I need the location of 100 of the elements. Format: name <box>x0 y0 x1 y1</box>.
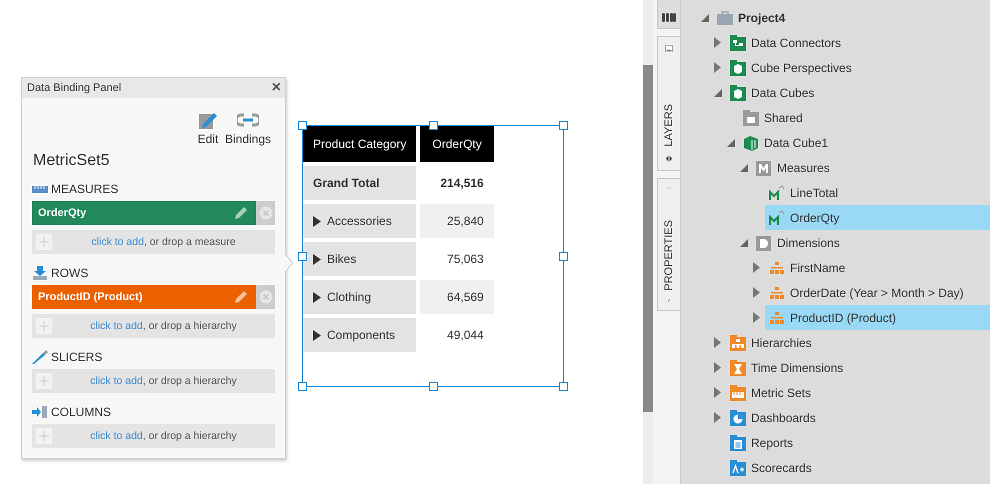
dimensions-icon <box>756 234 772 250</box>
measures-icon <box>756 160 772 176</box>
expand-icon[interactable] <box>313 292 321 302</box>
side-tab[interactable] <box>657 0 680 29</box>
resize-handle[interactable] <box>559 382 568 391</box>
folder-icon <box>743 110 759 126</box>
binding-item[interactable]: OrderQty <box>32 201 256 225</box>
measure-icon <box>769 210 785 226</box>
table-cell: 75,063 <box>416 242 494 276</box>
collapsed-arrow-icon[interactable] <box>714 337 721 348</box>
hourglass-folder-icon <box>730 360 746 376</box>
pencil-icon[interactable] <box>234 290 248 304</box>
tree-item[interactable]: Project4 <box>713 5 990 30</box>
expanded-arrow-icon[interactable] <box>740 238 748 246</box>
drop-hint: click to add, or drop a hierarchy <box>89 320 238 332</box>
hierarchy-icon <box>769 310 785 326</box>
tree-item[interactable]: OrderDate (Year > Month > Day) <box>765 280 990 305</box>
table-cell: 49,044 <box>416 318 494 352</box>
row-header-cell: Grand Total <box>303 166 416 200</box>
tree-item[interactable]: Cube Perspectives <box>726 55 990 80</box>
expand-icon[interactable] <box>313 216 321 226</box>
slicer-icon <box>32 350 48 364</box>
expanded-arrow-icon[interactable] <box>727 138 735 146</box>
section-title: ROWS <box>51 266 88 280</box>
measure-icon <box>769 184 785 200</box>
collapsed-arrow-icon[interactable] <box>753 287 760 298</box>
hierarchy-folder-icon <box>730 334 746 350</box>
collapsed-arrow-icon[interactable] <box>714 62 721 73</box>
tree-item[interactable]: Shared <box>739 105 990 130</box>
section-title: SLICERS <box>51 350 102 364</box>
tree-item[interactable]: Scorecards <box>726 455 990 480</box>
collapsed-arrow-icon[interactable] <box>714 412 721 423</box>
resize-handle[interactable] <box>559 252 568 261</box>
resize-handle[interactable] <box>429 382 438 391</box>
pie-chart-folder-icon <box>730 410 746 426</box>
cube-folder-icon <box>730 84 746 100</box>
scorecard-folder-icon <box>730 460 746 476</box>
expand-icon[interactable] <box>313 254 321 264</box>
hierarchy-icon <box>769 284 785 300</box>
tree-item[interactable]: Data Cube1 <box>739 130 990 155</box>
tree-item[interactable]: Dimensions <box>752 230 990 255</box>
side-tab[interactable]: PROPERTIES <box>657 178 680 311</box>
tree-item[interactable]: Reports <box>726 430 990 455</box>
close-button[interactable]: × <box>272 80 281 96</box>
tree-item[interactable]: LineTotal <box>765 180 990 205</box>
tree-item[interactable]: Measures <box>752 155 990 180</box>
resize-handle[interactable] <box>298 382 307 391</box>
tree-item[interactable]: Time Dimensions <box>726 355 990 380</box>
columns-icon <box>32 405 48 419</box>
column-header: Product Category <box>303 126 416 162</box>
expanded-arrow-icon[interactable] <box>701 14 709 22</box>
expand-icon[interactable] <box>313 330 321 340</box>
row-header-cell: Clothing <box>303 280 416 314</box>
drop-hint: click to add, or drop a measure <box>90 236 237 248</box>
drop-hint: click to add, or drop a hierarchy <box>89 430 238 442</box>
panel-icon <box>663 45 675 52</box>
metric-set-name: MetricSet5 <box>32 151 110 170</box>
cube-icon <box>743 134 759 150</box>
hierarchy-icon <box>769 260 785 276</box>
tree-item[interactable]: Dashboards <box>726 405 990 430</box>
table-cell: 214,516 <box>416 166 494 200</box>
collapsed-arrow-icon[interactable] <box>753 312 760 323</box>
database-icon <box>662 13 676 22</box>
side-tab[interactable]: LAYERS <box>657 36 680 171</box>
tree-item[interactable]: Hierarchies <box>726 330 990 355</box>
tree-item[interactable]: OrderQty <box>765 205 990 230</box>
drop-hint: click to add, or drop a hierarchy <box>89 375 238 387</box>
expanded-arrow-icon[interactable] <box>714 88 722 96</box>
collapsed-arrow-icon[interactable] <box>753 262 760 273</box>
resize-handle[interactable] <box>298 252 307 261</box>
tree-item[interactable]: Data Connectors <box>726 30 990 55</box>
resize-handle[interactable] <box>429 121 438 130</box>
pencil-icon[interactable] <box>234 206 248 220</box>
section-title: COLUMNS <box>51 405 112 419</box>
collapsed-arrow-icon[interactable] <box>714 387 721 398</box>
tree-item[interactable]: FirstName <box>765 255 990 280</box>
folder-icon <box>730 34 746 50</box>
row-header-cell: Bikes <box>303 242 416 276</box>
cube-folder-icon <box>730 60 746 76</box>
document-folder-icon <box>730 434 746 450</box>
collapsed-arrow-icon[interactable] <box>714 362 721 373</box>
panel-title: Data Binding Panel <box>27 82 122 94</box>
resize-handle[interactable] <box>298 121 307 130</box>
ruler-folder-icon <box>730 384 746 400</box>
row-header-cell: Components <box>303 318 416 352</box>
scrollbar-thumb[interactable] <box>643 65 653 412</box>
tree-item[interactable]: ProductID (Product) <box>765 305 990 330</box>
rows-icon <box>32 266 48 280</box>
pencil-icon <box>196 110 219 130</box>
section-title: MEASURES <box>51 182 118 196</box>
bindings-button[interactable]: Bindings <box>224 110 271 146</box>
layers-icon <box>664 154 674 162</box>
expanded-arrow-icon[interactable] <box>740 164 748 172</box>
collapsed-arrow-icon[interactable] <box>714 37 721 48</box>
tree-item[interactable]: Data Cubes <box>726 80 990 105</box>
edit-button[interactable]: Edit <box>196 110 219 146</box>
tree-item[interactable]: Metric Sets <box>726 380 990 405</box>
row-header-cell: Accessories <box>303 204 416 238</box>
resize-handle[interactable] <box>559 121 568 130</box>
briefcase-icon <box>717 10 733 26</box>
